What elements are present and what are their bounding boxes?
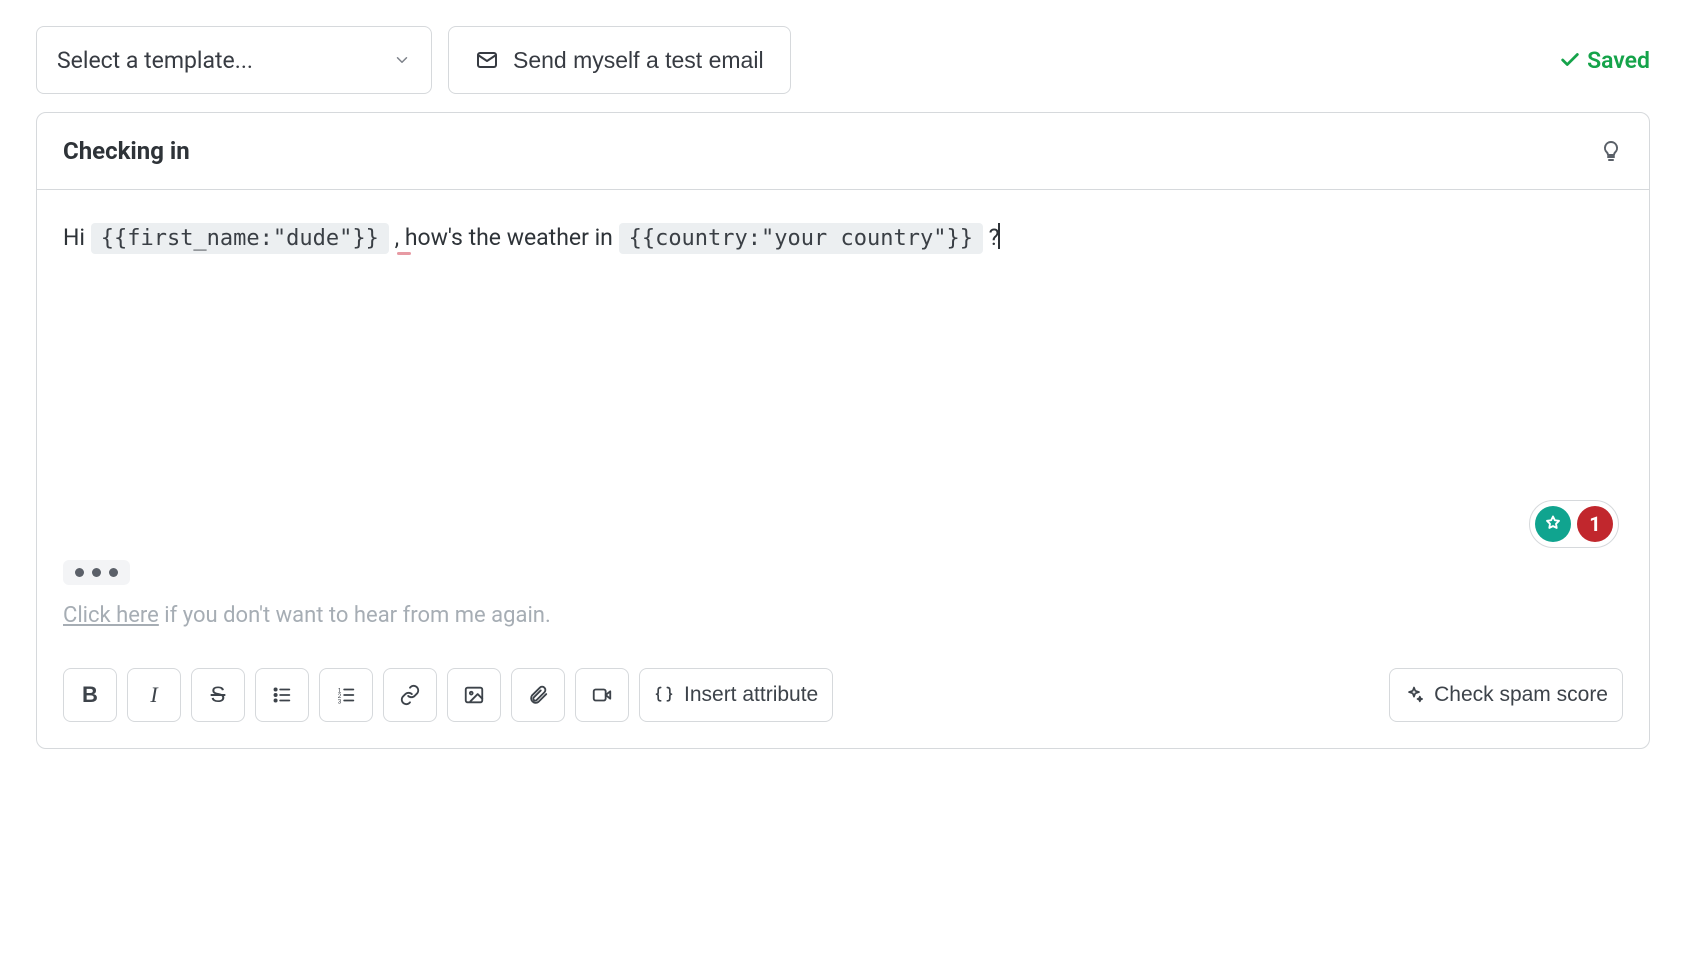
numbered-list-button[interactable]: 123 <box>319 668 373 722</box>
template-select[interactable]: Select a template... <box>36 26 432 94</box>
unsubscribe-rest: if you don't want to hear from me again. <box>159 603 551 628</box>
envelope-icon <box>475 48 499 72</box>
template-select-label: Select a template... <box>57 47 253 74</box>
check-spam-label: Check spam score <box>1434 683 1608 707</box>
check-spam-score-button[interactable]: Check spam score <box>1389 668 1623 722</box>
body-text: , <box>395 224 400 251</box>
bullet-list-button[interactable] <box>255 668 309 722</box>
insert-attribute-label: Insert attribute <box>684 683 818 707</box>
body-text: how's the weather in <box>399 224 618 251</box>
image-button[interactable] <box>447 668 501 722</box>
check-icon <box>1559 49 1581 71</box>
attachment-button[interactable] <box>511 668 565 722</box>
strikethrough-button[interactable]: S <box>191 668 245 722</box>
lightbulb-icon[interactable] <box>1599 139 1623 163</box>
editor-toolbar: B I S 123 Insert attribute <box>37 654 1649 748</box>
braces-icon <box>654 685 674 705</box>
sparkle-icon <box>1404 685 1424 705</box>
saved-status: Saved <box>1559 47 1650 74</box>
send-test-email-label: Send myself a test email <box>513 47 764 74</box>
chevron-down-icon <box>393 51 411 69</box>
insert-attribute-button[interactable]: Insert attribute <box>639 668 833 722</box>
svg-text:3: 3 <box>338 698 342 705</box>
video-button[interactable] <box>575 668 629 722</box>
italic-button[interactable]: I <box>127 668 181 722</box>
attribute-token-country[interactable]: {{country:"your country"}} <box>619 223 983 254</box>
more-menu-button[interactable] <box>63 560 130 585</box>
saved-label: Saved <box>1587 47 1650 74</box>
unsubscribe-link[interactable]: Click here <box>63 603 159 628</box>
bold-button[interactable]: B <box>63 668 117 722</box>
tips-badge[interactable] <box>1535 506 1571 542</box>
email-editor-card: Checking in Hi {{first_name:"dude"}} , h… <box>36 112 1650 749</box>
text-cursor <box>998 223 1000 249</box>
suggestion-badges[interactable]: 1 <box>1529 500 1619 548</box>
email-body-editor[interactable]: Hi {{first_name:"dude"}} , how's the wea… <box>37 190 1649 560</box>
send-test-email-button[interactable]: Send myself a test email <box>448 26 791 94</box>
error-count-badge[interactable]: 1 <box>1577 506 1613 542</box>
unsubscribe-line: Click here if you don't want to hear fro… <box>37 603 1649 654</box>
link-button[interactable] <box>383 668 437 722</box>
attribute-token-first-name[interactable]: {{first_name:"dude"}} <box>91 223 389 254</box>
subject-input[interactable]: Checking in <box>63 137 190 165</box>
body-text: Hi <box>63 224 91 251</box>
